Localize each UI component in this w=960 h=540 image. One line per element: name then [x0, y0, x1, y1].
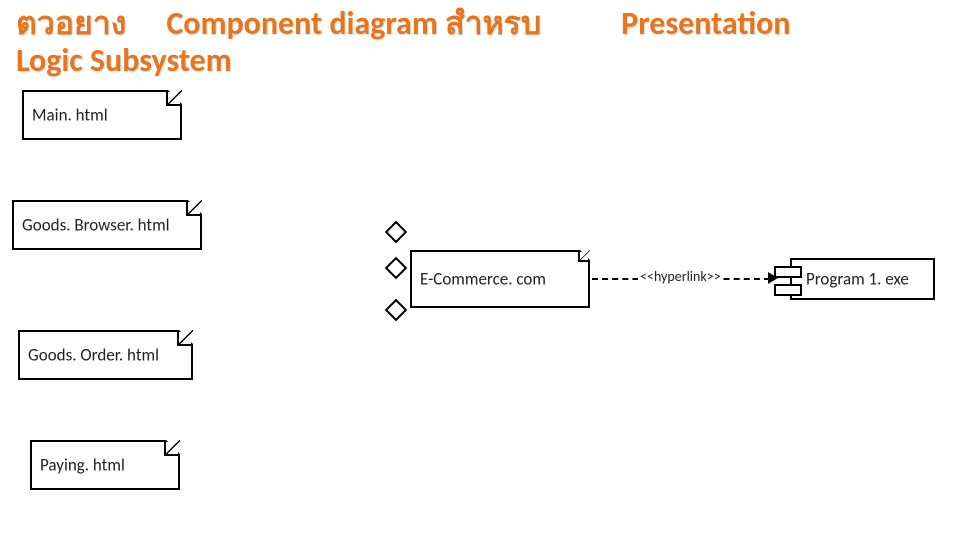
- page-title: ตวอยาง Component diagram สำหรบ Presentatio…: [16, 6, 950, 80]
- file-main-html: Main. html: [22, 90, 182, 140]
- title-part3: Presentation: [621, 4, 790, 43]
- interface-port-icon: [385, 257, 408, 280]
- file-label: Paying. html: [40, 455, 174, 476]
- file-goods-browser-html: Goods. Browser. html: [12, 200, 202, 250]
- component-label: Program 1. exe: [806, 269, 927, 290]
- file-label: Main. html: [32, 105, 176, 126]
- file-paying-html: Paying. html: [30, 440, 180, 490]
- file-ecommerce-com: E-Commerce. com: [410, 250, 590, 308]
- component-tab-icon: [774, 284, 802, 296]
- interface-port-icon: [385, 299, 408, 322]
- stereotype-label: <<hyperlink>>: [638, 268, 723, 285]
- component-tab-icon: [774, 266, 802, 278]
- file-label: Goods. Order. html: [28, 345, 187, 366]
- file-label: E-Commerce. com: [420, 269, 584, 290]
- file-label: Goods. Browser. html: [22, 215, 196, 236]
- title-part4: Logic Subsystem: [16, 41, 232, 80]
- file-goods-order-html: Goods. Order. html: [18, 330, 193, 380]
- component-program1-exe: Program 1. exe: [790, 258, 935, 300]
- title-part2: Component diagram สำหรบ: [166, 4, 541, 43]
- title-part1: ตวอยาง: [16, 4, 126, 43]
- arrowhead-icon: [768, 272, 778, 284]
- interface-port-icon: [385, 221, 408, 244]
